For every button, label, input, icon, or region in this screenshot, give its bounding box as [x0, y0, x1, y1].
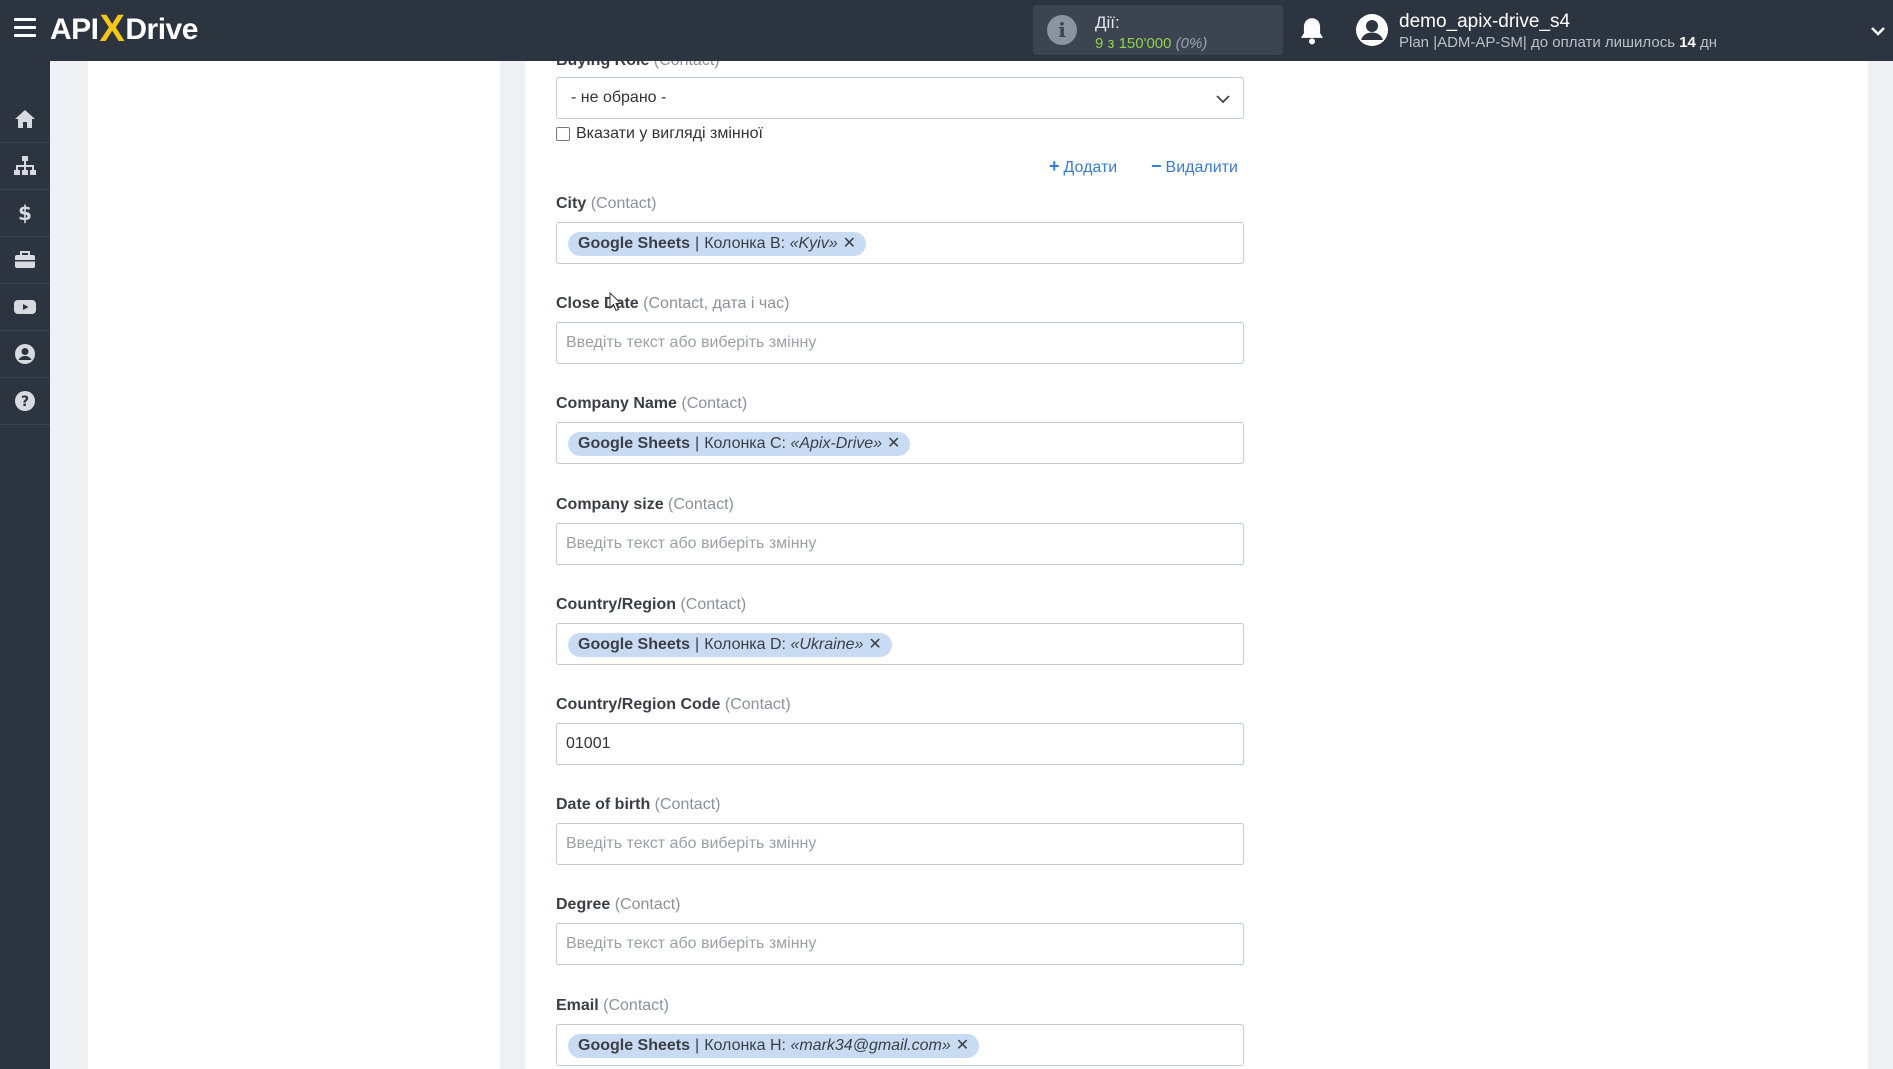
select-value: - не обрано - [571, 89, 667, 106]
country-region-code-input[interactable]: 01001 [556, 723, 1244, 765]
plan-days: 14 [1679, 34, 1696, 51]
sidebar-item-video[interactable] [0, 284, 50, 331]
field-buying-role: Buying Role (Contact) [556, 61, 1244, 70]
date-of-birth-input[interactable]: Введіть текст або виберіть змінну [556, 823, 1244, 865]
remove-chip-icon[interactable]: ✕ [887, 432, 900, 456]
remove-chip-icon[interactable]: ✕ [843, 232, 856, 256]
field-close-date: Close Date (Contact, дата і час) Введіть… [556, 295, 1244, 364]
sidebar-item-home[interactable] [0, 96, 50, 143]
left-panel [88, 61, 500, 1069]
actions-counter: i Дії: 9 з 150'000 (0%) [1033, 5, 1283, 55]
youtube-icon [14, 300, 36, 314]
remove-chip-icon[interactable]: ✕ [868, 633, 881, 657]
question-icon: ? [15, 391, 35, 411]
as-variable-checkbox[interactable] [556, 127, 570, 141]
input-value: 01001 [566, 735, 611, 752]
sidebar-item-help[interactable]: ? [0, 378, 50, 425]
country-region-input[interactable]: Google Sheets | Колонка D: «Ukraine» ✕ [556, 623, 1244, 665]
svg-text:?: ? [21, 394, 29, 410]
field-company-name: Company Name (Contact) Google Sheets | Кол… [556, 395, 1244, 464]
sidebar-item-tools[interactable] [0, 237, 50, 284]
logo-text-left: API [50, 13, 99, 46]
sidebar-item-billing[interactable]: $ [0, 190, 50, 237]
field-label: Email (Contact) [556, 997, 669, 1014]
field-date-of-birth: Date of birth (Contact) Введіть текст аб… [556, 796, 1244, 865]
user-name[interactable]: demo_apix-drive_s4 [1399, 11, 1570, 33]
close-date-input[interactable]: Введіть текст або виберіть змінну [556, 322, 1244, 364]
logo-text-right: Drive [125, 13, 198, 46]
user-avatar-icon[interactable] [1355, 13, 1389, 47]
logo[interactable]: API X Drive [50, 7, 198, 50]
input-placeholder: Введіть текст або виберіть змінну [566, 535, 817, 552]
actions-value: 9 з 150'000 (0%) [1095, 35, 1207, 52]
input-placeholder: Введіть текст або виберіть змінну [566, 935, 817, 952]
field-country-region-code: Country/Region Code (Contact) 01001 [556, 696, 1244, 765]
field-email: Email (Contact) Google Sheets | Колонка H:… [556, 997, 1244, 1066]
chevron-down-icon[interactable] [1869, 22, 1887, 40]
actions-percent: (0%) [1175, 35, 1208, 52]
field-label: City (Contact) [556, 195, 657, 212]
input-placeholder: Введіть текст або виберіть змінну [566, 334, 817, 351]
variable-chip[interactable]: Google Sheets | Колонка B: «Kyiv» ✕ [568, 232, 867, 256]
user-circle-icon [15, 344, 35, 364]
remove-button[interactable]: − Видалити [1151, 156, 1238, 177]
buying-role-select[interactable]: - не обрано - [556, 77, 1244, 119]
logo-x: X [99, 7, 125, 50]
field-label: Degree (Contact) [556, 896, 681, 913]
company-size-input[interactable]: Введіть текст або виберіть змінну [556, 523, 1244, 565]
variable-chip[interactable]: Google Sheets | Колонка C: «Apix-Drive» ✕ [568, 432, 911, 456]
field-label: Date of birth (Contact) [556, 796, 721, 813]
sitemap-icon [14, 156, 36, 175]
sidebar: $ ? [0, 61, 50, 1069]
actions-of: з [1107, 35, 1115, 52]
menu-icon[interactable] [14, 18, 36, 40]
field-label: Company size (Contact) [556, 496, 734, 513]
email-input[interactable]: Google Sheets | Колонка H: «mark34@gmail.c… [556, 1024, 1244, 1066]
field-label: Buying Role (Contact) [556, 61, 1244, 70]
bell-icon[interactable] [1298, 16, 1326, 46]
briefcase-icon [15, 251, 35, 268]
panel-gap [500, 61, 525, 1069]
sidebar-item-connections[interactable] [0, 143, 50, 190]
plan-text: Plan |ADM-AP-SM| до оплати лишилось [1399, 34, 1676, 51]
variable-chip[interactable]: Google Sheets | Колонка D: «Ukraine» ✕ [568, 633, 892, 657]
mouse-cursor-icon [609, 292, 623, 312]
plan-days-unit: дн [1700, 34, 1718, 51]
actions-used: 9 [1095, 35, 1104, 52]
variable-chip[interactable]: Google Sheets | Колонка H: «mark34@gmail.c… [568, 1034, 980, 1058]
actions-label: Дії: [1095, 13, 1120, 32]
field-label: Country/Region Code (Contact) [556, 696, 791, 713]
field-city: City (Contact) Google Sheets | Колонка B: … [556, 195, 1244, 264]
dollar-icon: $ [18, 201, 32, 225]
sidebar-item-account[interactable] [0, 331, 50, 378]
input-placeholder: Введіть текст або виберіть змінну [566, 835, 817, 852]
remove-chip-icon[interactable]: ✕ [956, 1034, 969, 1058]
degree-input[interactable]: Введіть текст або виберіть змінну [556, 923, 1244, 965]
field-company-size: Company size (Contact) Введіть текст або… [556, 496, 1244, 565]
home-icon [15, 110, 35, 128]
field-country-region: Country/Region (Contact) Google Sheets | К… [556, 596, 1244, 665]
chevron-down-icon [1216, 95, 1230, 104]
city-input[interactable]: Google Sheets | Колонка B: «Kyiv» ✕ [556, 222, 1244, 264]
company-name-input[interactable]: Google Sheets | Колонка C: «Apix-Drive» ✕ [556, 422, 1244, 464]
add-button[interactable]: + Додати [1049, 156, 1117, 177]
svg-text:$: $ [18, 201, 32, 225]
as-variable-row: Вказати у вигляді змінної [556, 125, 763, 143]
info-icon[interactable]: i [1047, 15, 1077, 45]
plus-icon: + [1049, 156, 1060, 176]
top-bar: API X Drive i Дії: 9 з 150'000 (0%) demo_a… [0, 0, 1893, 61]
field-mapping-panel: Buying Role (Contact) - не обрано - Вказ… [525, 61, 1868, 1069]
as-variable-label: Вказати у вигляді змінної [576, 125, 763, 142]
field-degree: Degree (Contact) Введіть текст або вибер… [556, 896, 1244, 965]
actions-total: 150'000 [1118, 35, 1172, 52]
field-label: Country/Region (Contact) [556, 596, 747, 613]
user-plan: Plan |ADM-AP-SM| до оплати лишилось 14 д… [1399, 34, 1717, 51]
minus-icon: − [1151, 156, 1162, 176]
field-label: Company Name (Contact) [556, 395, 748, 412]
field-label: Close Date (Contact, дата і час) [556, 295, 790, 312]
